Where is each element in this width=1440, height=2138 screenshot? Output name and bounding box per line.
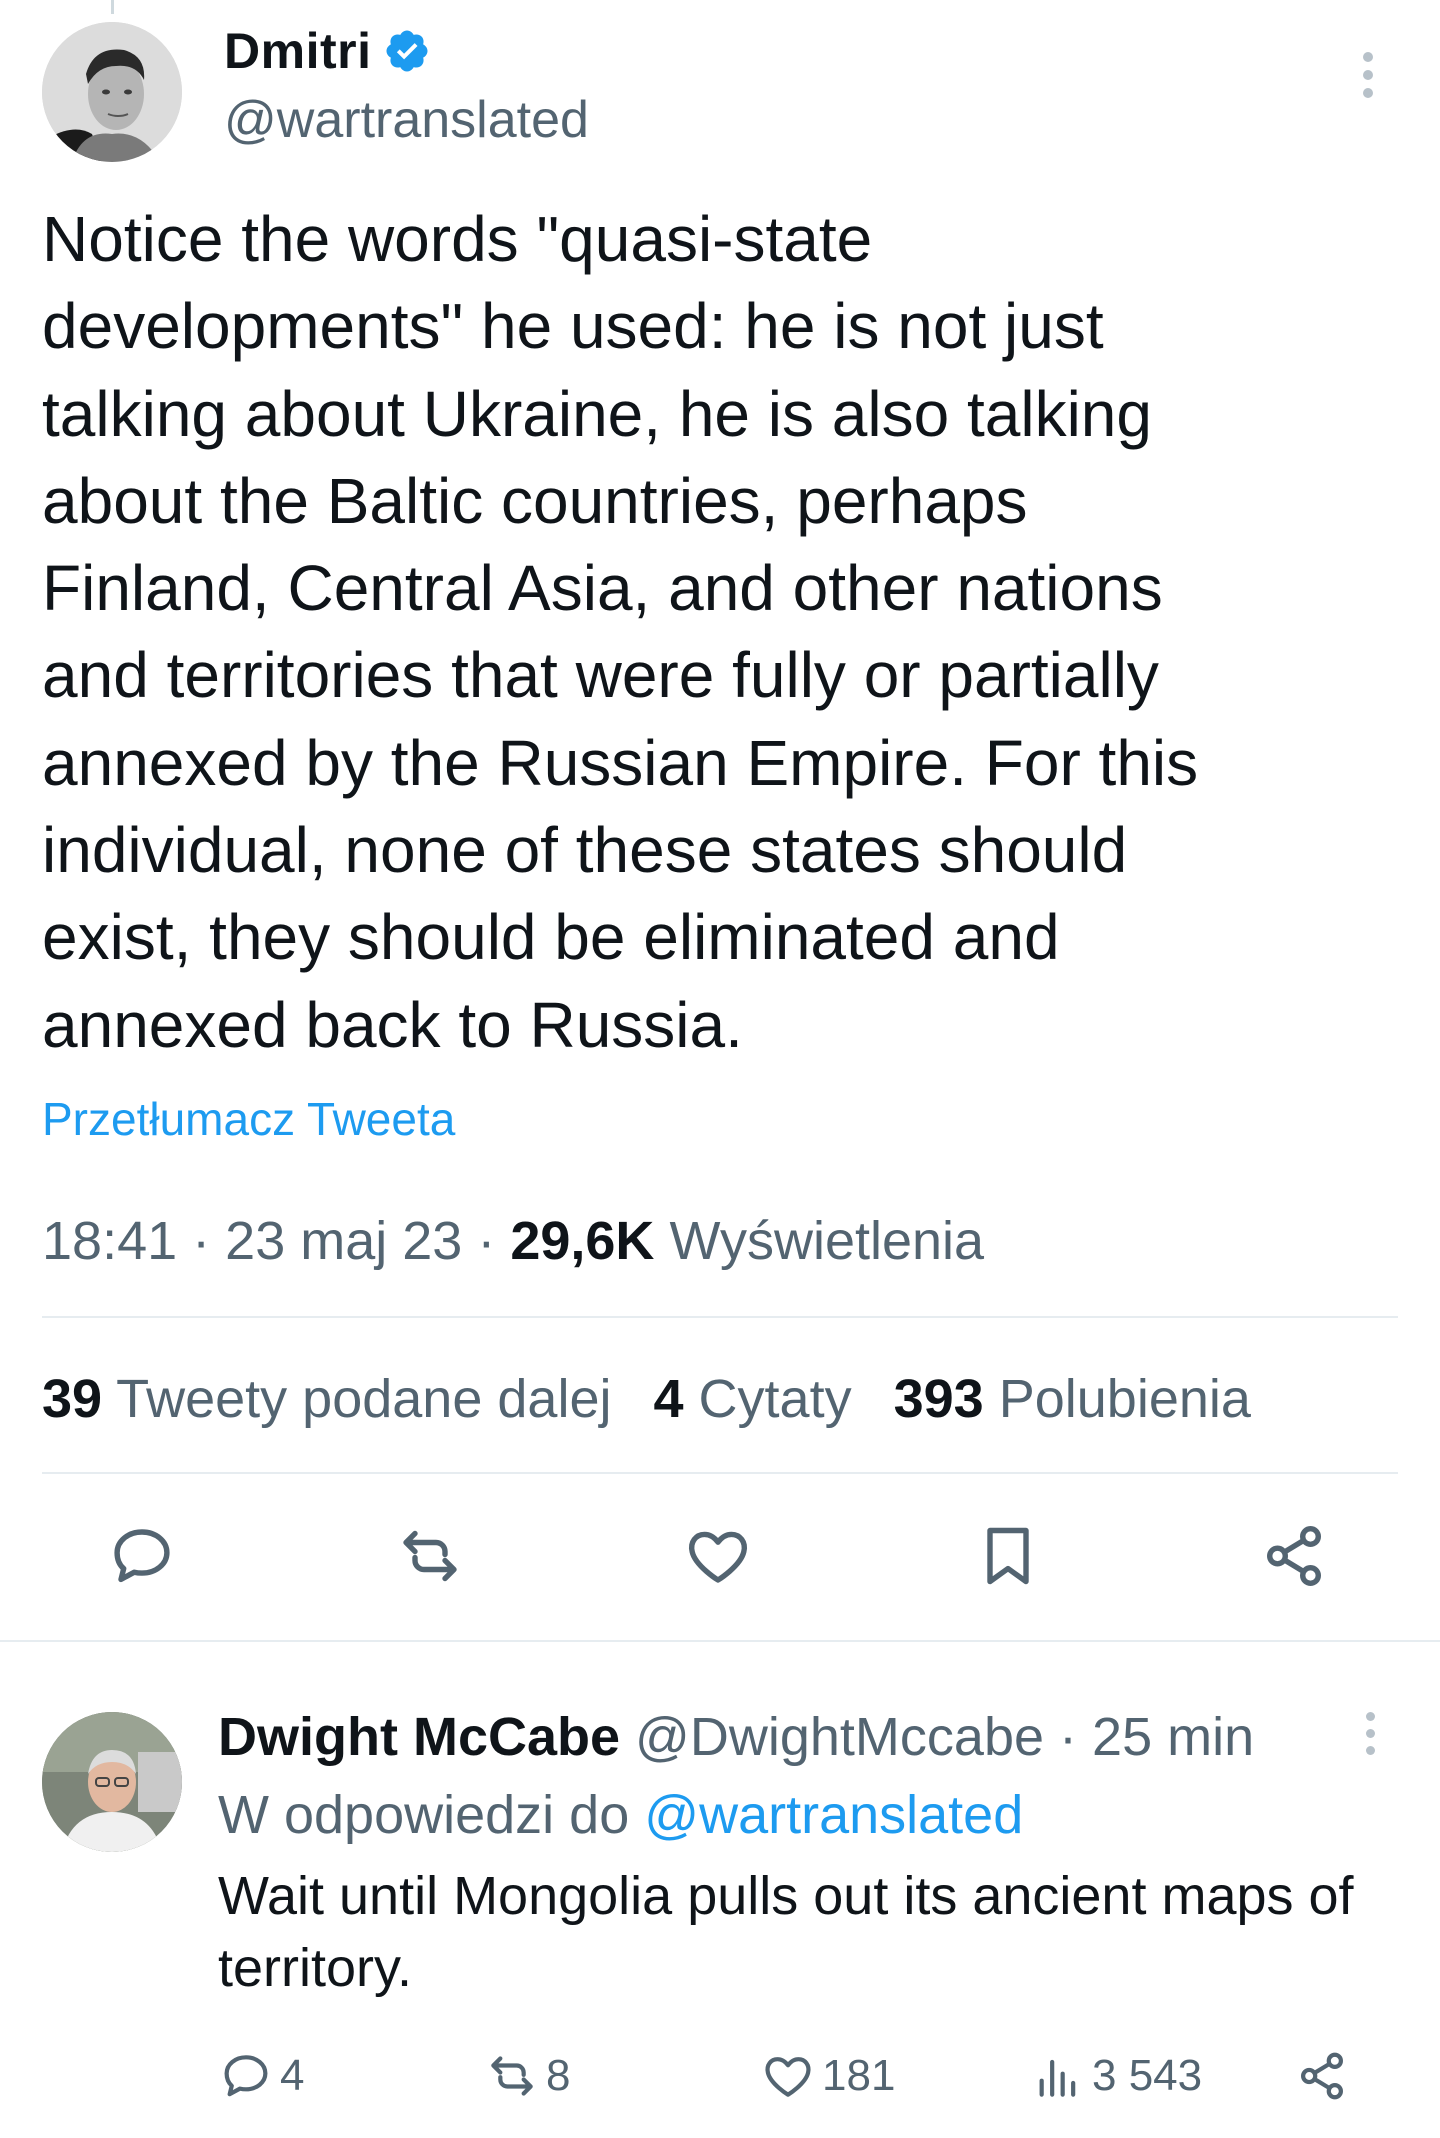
verified-badge-icon [386, 30, 428, 72]
author-name-row[interactable]: Dmitri [224, 22, 431, 80]
retweets-count: 39 [42, 1369, 103, 1429]
divider [42, 1316, 1398, 1318]
reply-icon [224, 2055, 268, 2097]
replying-to-prefix: W odpowiedzi do [218, 1785, 630, 1845]
replying-to-mention[interactable]: @wartranslated [644, 1785, 1023, 1845]
likes-stat[interactable]: 393 Polubienia [894, 1368, 1251, 1430]
meta-separator: · [1059, 1707, 1078, 1767]
reply-header: Dwight McCabe @DwightMccabe · 25 min [218, 1706, 1254, 1768]
reply-like-button[interactable]: 181 [760, 2046, 895, 2106]
views-icon [1039, 2059, 1076, 2097]
reply-share-button[interactable] [1294, 2046, 1350, 2106]
reply-retweet-count: 8 [546, 2051, 571, 2100]
reply-actions-bar: 4 8 181 3 543 [0, 2046, 1440, 2106]
likes-count: 393 [893, 1369, 984, 1429]
reply-retweet-button[interactable]: 8 [484, 2046, 570, 2106]
like-icon[interactable] [682, 1520, 754, 1592]
reply-timestamp[interactable]: 25 min [1092, 1707, 1254, 1767]
reply-reply-button[interactable]: 4 [218, 2046, 304, 2106]
reply-icon[interactable] [106, 1520, 178, 1592]
retweets-label: Tweety podane dalej [116, 1369, 612, 1429]
translate-tweet-link[interactable]: Przetłumacz Tweeta [42, 1092, 455, 1146]
reply-text: Wait until Mongolia pulls out its ancien… [218, 1866, 1354, 1998]
quotes-label: Cytaty [698, 1369, 852, 1429]
like-icon [765, 2057, 811, 2097]
thread-connector-line [111, 0, 114, 14]
views-label: Wyświetlenia [669, 1211, 985, 1271]
tweet-text: Notice the words "quasi-state developmen… [42, 203, 1199, 1061]
divider [0, 1640, 1440, 1642]
meta-separator: · [477, 1211, 496, 1271]
replying-to: W odpowiedzi do @wartranslated [218, 1784, 1023, 1846]
reply-views-count: 3 543 [1092, 2051, 1203, 2100]
tweet-time[interactable]: 18:41 [42, 1211, 177, 1271]
author-name[interactable]: Dmitri [224, 22, 371, 80]
likes-label: Polubienia [998, 1369, 1251, 1429]
tweet-metadata: 18:41 · 23 maj 23 · 29,6K Wyświetlenia [42, 1210, 984, 1272]
divider [42, 1472, 1398, 1474]
bookmark-icon[interactable] [972, 1520, 1044, 1592]
tweet-actions-bar [0, 1520, 1440, 1600]
reply-like-count: 181 [822, 2051, 896, 2100]
meta-separator: · [192, 1211, 211, 1271]
reply-author-avatar[interactable] [42, 1712, 182, 1852]
reply-reply-count: 4 [280, 2051, 305, 2100]
retweets-stat[interactable]: 39 Tweety podane dalej [42, 1368, 611, 1430]
engagement-stats: 39 Tweety podane dalej 4 Cytaty 393 Polu… [42, 1368, 1251, 1430]
more-options-icon[interactable] [1356, 52, 1380, 102]
reply-views-button[interactable]: 3 543 [1030, 2046, 1202, 2106]
tweet-date[interactable]: 23 maj 23 [225, 1211, 462, 1271]
quotes-stat[interactable]: 4 Cytaty [653, 1368, 851, 1430]
retweet-icon[interactable] [394, 1520, 466, 1592]
reply-more-options-icon[interactable] [1360, 1712, 1380, 1762]
share-icon[interactable] [1258, 1520, 1330, 1592]
views-count: 29,6K [510, 1211, 655, 1271]
author-handle[interactable]: @wartranslated [224, 90, 589, 150]
retweet-icon [491, 2056, 533, 2096]
author-avatar[interactable] [42, 22, 182, 162]
quotes-count: 4 [653, 1369, 684, 1429]
reply-author-name[interactable]: Dwight McCabe [218, 1707, 620, 1767]
reply-author-handle[interactable]: @DwightMccabe [635, 1707, 1044, 1767]
share-icon [1301, 2052, 1343, 2100]
